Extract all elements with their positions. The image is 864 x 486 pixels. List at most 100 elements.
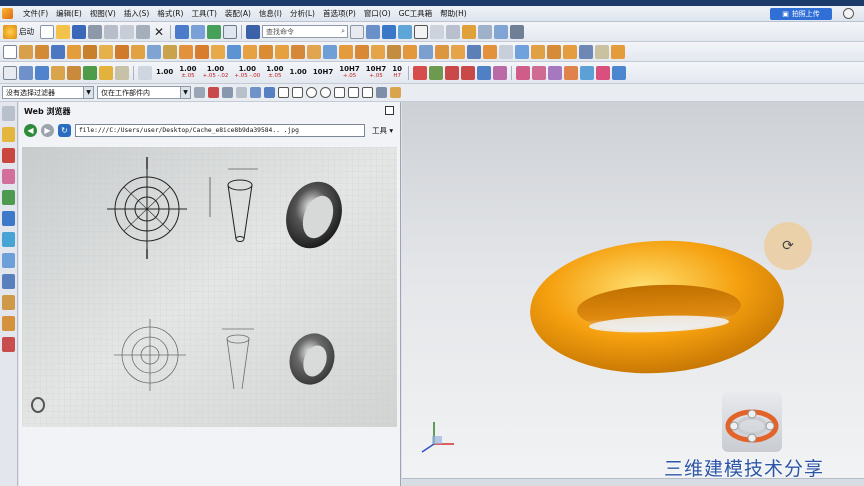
rapid-dimension-icon[interactable] (138, 65, 152, 80)
arc-length-icon[interactable] (493, 65, 508, 80)
thickness-dimension-icon[interactable] (477, 65, 492, 80)
process-studio-icon[interactable] (2, 295, 15, 310)
chamfer-dimension-icon[interactable] (429, 65, 444, 80)
pattern-icon[interactable] (275, 44, 289, 59)
surface-icon[interactable] (515, 44, 529, 59)
diameter-dimension-icon[interactable] (461, 65, 476, 80)
table-icon[interactable] (595, 44, 609, 59)
print-icon[interactable] (88, 24, 102, 39)
window-icon[interactable] (223, 24, 237, 39)
hole-icon[interactable] (51, 44, 65, 59)
undo-icon[interactable] (175, 24, 189, 39)
revolve-icon[interactable] (35, 44, 49, 59)
repeat-command-icon[interactable] (207, 24, 221, 39)
dim-limit[interactable]: 1.00 +.05 -.02 (201, 65, 231, 80)
layer-settings-icon[interactable] (611, 44, 625, 59)
reuse-library-icon[interactable] (2, 190, 15, 205)
intersect-icon[interactable] (211, 44, 225, 59)
midpoint-snap-icon[interactable] (292, 87, 303, 98)
redo-icon[interactable] (191, 24, 205, 39)
paste-icon[interactable] (136, 24, 150, 39)
scope-filter-dropdown[interactable]: 仅在工作部件内 ▼ (97, 86, 191, 99)
boss-icon[interactable] (67, 44, 81, 59)
chamfer-icon[interactable] (243, 44, 257, 59)
layer-icon[interactable] (398, 24, 412, 39)
select-all-icon[interactable] (208, 87, 219, 98)
command-search-input[interactable]: 查找命令 ⌕ (262, 25, 348, 38)
section-view-icon[interactable] (462, 24, 476, 39)
inferred-point-icon[interactable] (390, 87, 401, 98)
face-select-icon[interactable] (264, 87, 275, 98)
pmi-icon[interactable] (612, 65, 627, 80)
snap-grid-icon[interactable] (350, 24, 364, 39)
sew-icon[interactable] (387, 44, 401, 59)
fit-view-icon[interactable] (430, 24, 444, 39)
angular-dimension-icon[interactable] (413, 65, 428, 80)
start-button[interactable]: 启动 (3, 24, 38, 39)
tools-menu[interactable]: 工具 ▾ (372, 125, 393, 136)
note-icon[interactable] (115, 65, 129, 80)
open-folder-icon[interactable] (56, 24, 70, 39)
baseline-dimension-icon[interactable] (532, 65, 547, 80)
info-icon[interactable] (2, 211, 15, 226)
surface-finish-icon[interactable] (67, 65, 81, 80)
ordinate-dimension-icon[interactable] (516, 65, 531, 80)
rotate-view-icon[interactable]: ⟳ (764, 222, 812, 270)
intersection-snap-icon[interactable] (334, 87, 345, 98)
move-face-icon[interactable] (419, 44, 433, 59)
dim-unilateral[interactable]: 1.00 +.05 -.00 (232, 65, 262, 80)
section-curve-icon[interactable] (483, 44, 497, 59)
assembly-icon[interactable] (563, 44, 577, 59)
dim-fit-tolerance[interactable]: 10H7 +.05 (337, 65, 361, 80)
part-navigator-icon[interactable] (2, 169, 15, 184)
constraint-navigator-icon[interactable] (2, 148, 15, 163)
menu-insert[interactable]: 插入(S) (120, 8, 154, 19)
body-select-icon[interactable] (250, 87, 261, 98)
perpendicular-dimension-icon[interactable] (564, 65, 579, 80)
curve-icon[interactable] (499, 44, 513, 59)
delete-icon[interactable]: ✕ (152, 25, 166, 39)
copy-icon[interactable] (120, 24, 134, 39)
url-input[interactable]: file:///C:/Users/user/Desktop/Cache_e8ic… (75, 123, 365, 137)
pocket-icon[interactable] (83, 44, 97, 59)
wcs-icon[interactable] (510, 24, 524, 39)
window-control-icon[interactable] (843, 8, 854, 19)
dim-equal[interactable]: 1.00 ±.05 (264, 65, 285, 80)
assembly-navigator-icon[interactable] (2, 127, 15, 142)
dim-basic[interactable]: 1.00 (288, 69, 309, 76)
zoom-icon[interactable] (446, 24, 460, 39)
extrude-icon[interactable] (19, 44, 33, 59)
menu-preferences[interactable]: 首选项(P) (319, 8, 360, 19)
manufacturing-wizard-icon[interactable] (2, 316, 15, 331)
forward-icon[interactable]: ▶ (41, 123, 54, 137)
curve-rule-icon[interactable] (376, 87, 387, 98)
split-body-icon[interactable] (339, 44, 353, 59)
trim-body-icon[interactable] (323, 44, 337, 59)
menu-view[interactable]: 视图(V) (86, 8, 120, 19)
dim-fit[interactable]: 10H7 (311, 69, 335, 76)
menu-edit[interactable]: 编辑(E) (52, 8, 86, 19)
dim-nominal[interactable]: 1.00 (154, 69, 175, 76)
dim-bilateral[interactable]: 1.00 ±.05 (177, 65, 198, 80)
weld-symbol-icon[interactable] (83, 65, 97, 80)
snap-icon[interactable] (19, 65, 33, 80)
dim-fit-limit[interactable]: 10H7 +.05 (364, 65, 388, 80)
dimension-style-icon[interactable] (596, 65, 611, 80)
quadrant-snap-icon[interactable] (320, 87, 331, 98)
pad-icon[interactable] (99, 44, 113, 59)
graphics-window[interactable]: ⟳ 三维建模技术分享 (402, 102, 864, 486)
point-snap-icon[interactable] (348, 87, 359, 98)
feature-control-icon[interactable] (51, 65, 65, 80)
gear-icon[interactable] (2, 106, 15, 121)
rectangle-select-icon[interactable] (236, 87, 247, 98)
groove-icon[interactable] (131, 44, 145, 59)
scale-body-icon[interactable] (371, 44, 385, 59)
synchronous-icon[interactable] (451, 44, 465, 59)
palette-icon[interactable] (2, 274, 15, 289)
save-icon[interactable] (72, 24, 86, 39)
dim-fit-class[interactable]: 10 H7 (390, 65, 404, 80)
menu-help[interactable]: 帮助(H) (436, 8, 471, 19)
slot-icon[interactable] (115, 44, 129, 59)
edge-blend-icon[interactable] (227, 44, 241, 59)
menu-window[interactable]: 窗口(O) (360, 8, 395, 19)
